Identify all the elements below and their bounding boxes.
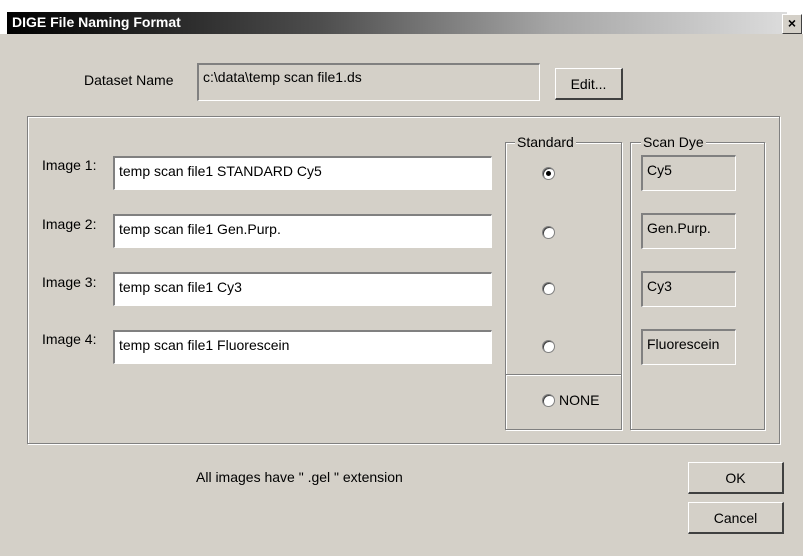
ok-button[interactable]: OK bbox=[688, 462, 784, 494]
standard-radio-image-2[interactable] bbox=[542, 226, 555, 239]
image-4-value: temp scan file1 Fluorescein bbox=[119, 337, 290, 353]
edit-button[interactable]: Edit... bbox=[555, 68, 623, 100]
standard-group bbox=[505, 142, 622, 430]
scan-dye-4-value: Fluorescein bbox=[647, 336, 720, 352]
image-4-label: Image 4: bbox=[42, 331, 97, 347]
image-1-input[interactable]: temp scan file1 STANDARD Cy5 bbox=[113, 156, 492, 190]
image-2-input[interactable]: temp scan file1 Gen.Purp. bbox=[113, 214, 492, 248]
dataset-name-label: Dataset Name bbox=[84, 72, 174, 88]
image-3-input[interactable]: temp scan file1 Cy3 bbox=[113, 272, 492, 306]
scan-dye-1-field: Cy5 bbox=[641, 155, 736, 191]
image-1-value: temp scan file1 STANDARD Cy5 bbox=[119, 163, 322, 179]
cancel-button[interactable]: Cancel bbox=[688, 502, 784, 534]
standard-radio-image-1[interactable] bbox=[542, 167, 555, 180]
image-3-label: Image 3: bbox=[42, 274, 97, 290]
image-3-value: temp scan file1 Cy3 bbox=[119, 279, 242, 295]
image-2-value: temp scan file1 Gen.Purp. bbox=[119, 221, 281, 237]
standard-radio-none[interactable] bbox=[542, 394, 555, 407]
standard-radio-image-3[interactable] bbox=[542, 282, 555, 295]
image-1-label: Image 1: bbox=[42, 157, 97, 173]
title-bar: DIGE File Naming Format × bbox=[0, 0, 803, 34]
scan-dye-2-value: Gen.Purp. bbox=[647, 220, 711, 236]
image-4-input[interactable]: temp scan file1 Fluorescein bbox=[113, 330, 492, 364]
standard-group-divider bbox=[506, 374, 621, 376]
scan-dye-2-field: Gen.Purp. bbox=[641, 213, 736, 249]
scan-dye-3-value: Cy3 bbox=[647, 278, 672, 294]
scan-dye-4-field: Fluorescein bbox=[641, 329, 736, 365]
scan-dye-group-title: Scan Dye bbox=[641, 134, 706, 150]
image-2-label: Image 2: bbox=[42, 216, 97, 232]
scan-dye-1-value: Cy5 bbox=[647, 162, 672, 178]
extension-note: All images have " .gel " extension bbox=[196, 469, 403, 485]
standard-group-title: Standard bbox=[515, 134, 576, 150]
standard-radio-image-4[interactable] bbox=[542, 340, 555, 353]
scan-dye-3-field: Cy3 bbox=[641, 271, 736, 307]
dataset-name-value: c:\data\temp scan file1.ds bbox=[203, 69, 362, 85]
window-title: DIGE File Naming Format bbox=[12, 14, 181, 30]
dataset-name-field: c:\data\temp scan file1.ds bbox=[197, 63, 540, 101]
close-button[interactable]: × bbox=[782, 14, 802, 34]
standard-none-label: NONE bbox=[559, 392, 600, 408]
